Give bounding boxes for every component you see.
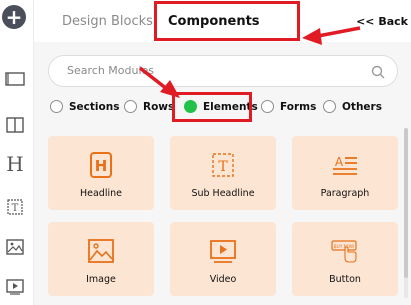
element-card-button[interactable]: BUY NOW Button — [292, 222, 398, 296]
image-icon — [86, 236, 116, 266]
sub-headline-glyph: T — [218, 159, 228, 175]
element-label: Image — [86, 274, 116, 285]
tab-design-blocks[interactable]: Design Blocks — [62, 14, 153, 29]
filter-forms[interactable]: Forms — [261, 100, 316, 113]
radio-icon[interactable] — [124, 100, 137, 113]
element-card-image[interactable]: Image — [48, 222, 154, 296]
scrollbar-thumb[interactable] — [404, 128, 408, 278]
radio-icon[interactable] — [323, 100, 336, 113]
heading-icon[interactable]: H — [4, 152, 26, 176]
video-icon — [208, 236, 238, 266]
search-icon[interactable] — [371, 64, 385, 83]
headline-glyph: H — [95, 157, 108, 175]
filter-rows[interactable]: Rows — [124, 100, 174, 113]
radio-icon[interactable] — [261, 100, 274, 113]
filter-others[interactable]: Others — [323, 100, 382, 113]
element-card-paragraph[interactable]: A Paragraph — [292, 136, 398, 210]
radio-icon[interactable] — [50, 100, 63, 113]
element-card-video[interactable]: Video — [170, 222, 276, 296]
elements-grid: H Headline T Sub Headline A Paragraph Im… — [48, 132, 398, 305]
columns-icon[interactable] — [4, 114, 26, 136]
components-highlight-box — [154, 1, 300, 41]
back-link[interactable]: << Back — [356, 15, 408, 28]
search-box — [48, 55, 398, 87]
element-label: Paragraph — [320, 188, 370, 199]
filter-label: Rows — [143, 100, 175, 113]
filter-label: Sections — [69, 100, 120, 113]
search-input[interactable] — [67, 64, 357, 77]
element-label: Headline — [80, 188, 122, 199]
section-icon[interactable] — [4, 68, 26, 90]
filter-label: Forms — [280, 100, 317, 113]
add-icon[interactable]: + — [2, 5, 26, 29]
paragraph-icon: A — [330, 150, 360, 180]
filter-sections[interactable]: Sections — [50, 100, 119, 113]
element-label: Video — [209, 274, 237, 285]
video-icon[interactable] — [4, 276, 26, 298]
button-icon: BUY NOW — [330, 236, 360, 266]
svg-text:T: T — [12, 203, 19, 214]
left-toolbar: + H T — [0, 0, 34, 305]
text-box-icon[interactable]: T — [4, 196, 26, 218]
elements-highlight-box — [172, 92, 252, 122]
filter-label: Others — [342, 100, 382, 113]
headline-icon: H — [86, 150, 116, 180]
element-label: Button — [329, 274, 361, 285]
paragraph-glyph: A — [335, 155, 344, 169]
element-card-headline[interactable]: H Headline — [48, 136, 154, 210]
element-card-sub-headline[interactable]: T Sub Headline — [170, 136, 276, 210]
button-glyph: BUY NOW — [334, 244, 354, 249]
sub-headline-icon: T — [208, 150, 238, 180]
element-label: Sub Headline — [191, 188, 255, 199]
components-panel: Design Blocks Components << Back Section… — [34, 0, 411, 305]
image-icon[interactable] — [4, 236, 26, 258]
